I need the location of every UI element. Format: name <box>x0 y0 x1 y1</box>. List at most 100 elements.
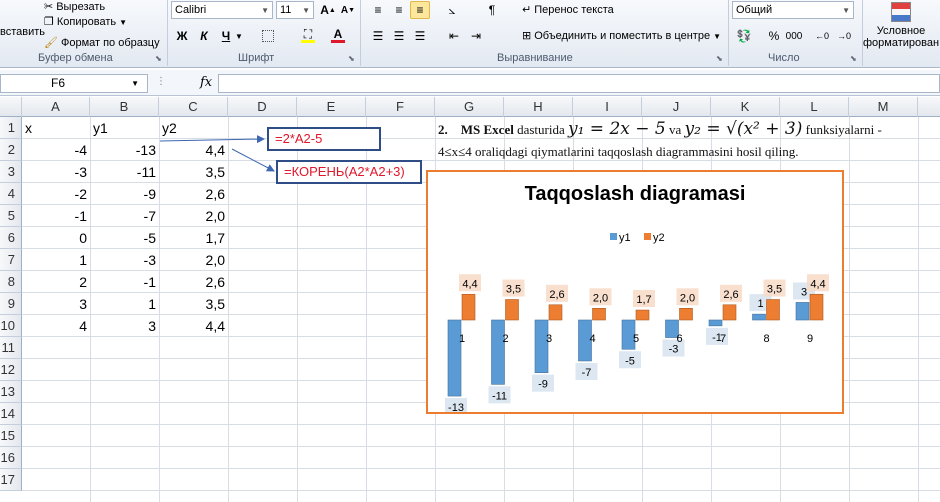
row-header-14[interactable]: 14 <box>0 403 22 425</box>
cell-c7[interactable]: 2,0 <box>159 249 228 271</box>
row-header-13[interactable]: 13 <box>0 381 22 403</box>
cell-b3[interactable]: -11 <box>90 161 159 183</box>
cell-a2[interactable]: -4 <box>22 139 90 161</box>
format-painter-button[interactable]: 🖌 Формат по образцу <box>44 36 160 50</box>
alignment-launcher-icon[interactable]: ⬊ <box>716 54 723 63</box>
copy-button[interactable]: ❐ Копировать ▼ <box>44 15 127 29</box>
column-header-l[interactable]: L <box>780 97 849 117</box>
text-direction-button[interactable]: ¶ <box>482 1 502 19</box>
column-header-f[interactable]: F <box>366 97 435 117</box>
align-right-button[interactable]: ☰ <box>410 27 430 45</box>
grow-font-button[interactable]: A ▲ <box>318 1 338 19</box>
merge-center-button[interactable]: ⊞ Объединить и поместить в центре ▼ <box>522 29 721 43</box>
cell-c5[interactable]: 2,0 <box>159 205 228 227</box>
name-box[interactable]: F6 ▼ <box>0 74 148 93</box>
paste-button[interactable]: вставить <box>0 26 45 38</box>
fill-color-button[interactable]: ⛶ <box>298 26 318 44</box>
column-header-i[interactable]: I <box>573 97 642 117</box>
cell-c6[interactable]: 1,7 <box>159 227 228 249</box>
cell-c3[interactable]: 3,5 <box>159 161 228 183</box>
cell-c8[interactable]: 2,6 <box>159 271 228 293</box>
cell-b7[interactable]: -3 <box>90 249 159 271</box>
number-launcher-icon[interactable]: ⬊ <box>850 54 857 63</box>
row-header-5[interactable]: 5 <box>0 205 22 227</box>
italic-button[interactable]: К <box>194 27 214 45</box>
align-top-button[interactable]: ≡ <box>368 1 388 19</box>
cell-b10[interactable]: 3 <box>90 315 159 337</box>
cell-a9[interactable]: 3 <box>22 293 90 315</box>
cell-c4[interactable]: 2,6 <box>159 183 228 205</box>
chart-area[interactable]: Taqqoslash diagramasi y1 y2 -13 4,4 1 -11 3,5… <box>426 170 844 416</box>
cell-c10[interactable]: 4,4 <box>159 315 228 337</box>
number-format-combo[interactable]: Общий ▼ <box>732 1 854 19</box>
underline-dropdown-icon[interactable]: ▼ <box>234 27 244 45</box>
cell-c1[interactable]: y2 <box>159 117 228 139</box>
row-header-9[interactable]: 9 <box>0 293 22 315</box>
underline-button[interactable]: Ч <box>216 27 236 45</box>
row-header-3[interactable]: 3 <box>0 161 22 183</box>
row-header-10[interactable]: 10 <box>0 315 22 337</box>
select-all-corner[interactable] <box>0 97 22 117</box>
row-header-11[interactable]: 11 <box>0 337 22 359</box>
align-middle-button[interactable]: ≡ <box>389 1 409 19</box>
clipboard-launcher-icon[interactable]: ⬊ <box>155 54 162 63</box>
column-header-c[interactable]: C <box>159 97 228 117</box>
cell-a5[interactable]: -1 <box>22 205 90 227</box>
row-header-12[interactable]: 12 <box>0 359 22 381</box>
cell-b8[interactable]: -1 <box>90 271 159 293</box>
row-header-16[interactable]: 16 <box>0 447 22 469</box>
column-header-b[interactable]: B <box>90 97 159 117</box>
decrease-indent-button[interactable]: ⇤ <box>444 27 464 45</box>
row-header-8[interactable]: 8 <box>0 271 22 293</box>
column-header-a[interactable]: A <box>22 97 90 117</box>
wrap-text-button[interactable]: ↵ Перенос текста <box>522 3 614 17</box>
align-left-button[interactable]: ☰ <box>368 27 388 45</box>
cell-a6[interactable]: 0 <box>22 227 90 249</box>
currency-button[interactable]: 💱 <box>734 27 754 45</box>
column-header-k[interactable]: K <box>711 97 780 117</box>
font-size-combo[interactable]: 11 ▼ <box>276 1 314 19</box>
percent-button[interactable]: % <box>764 27 784 45</box>
font-color-button[interactable]: A <box>328 26 348 44</box>
cell-a3[interactable]: -3 <box>22 161 90 183</box>
row-header-7[interactable]: 7 <box>0 249 22 271</box>
column-header-h[interactable]: H <box>504 97 573 117</box>
row-header-1[interactable]: 1 <box>0 117 22 139</box>
column-header-j[interactable]: J <box>642 97 711 117</box>
column-header-g[interactable]: G <box>435 97 504 117</box>
cell-b1[interactable]: y1 <box>90 117 159 139</box>
cell-b9[interactable]: 1 <box>90 293 159 315</box>
cell-b2[interactable]: -13 <box>90 139 159 161</box>
row-header-4[interactable]: 4 <box>0 183 22 205</box>
column-header-e[interactable]: E <box>297 97 366 117</box>
decrease-decimal-button[interactable]: →0 <box>834 27 854 45</box>
cell-c9[interactable]: 3,5 <box>159 293 228 315</box>
cell-b6[interactable]: -5 <box>90 227 159 249</box>
formula-input[interactable] <box>218 74 940 93</box>
align-bottom-button[interactable]: ≡ <box>410 1 430 19</box>
conditional-formatting-button[interactable]: Условное форматирован <box>862 0 940 49</box>
row-header-17[interactable]: 17 <box>0 469 22 491</box>
row-header-6[interactable]: 6 <box>0 227 22 249</box>
cell-a10[interactable]: 4 <box>22 315 90 337</box>
cut-button[interactable]: ✂ Вырезать <box>44 0 105 14</box>
row-header-15[interactable]: 15 <box>0 425 22 447</box>
shrink-font-button[interactable]: A ▼ <box>338 1 358 19</box>
cell-a8[interactable]: 2 <box>22 271 90 293</box>
thousands-button[interactable]: 000 <box>784 27 804 45</box>
cell-c2[interactable]: 4,4 <box>159 139 228 161</box>
orientation-button[interactable]: ⦣ <box>442 1 462 19</box>
cell-a1[interactable]: x <box>22 117 90 139</box>
bold-button[interactable]: Ж <box>172 27 192 45</box>
cell-b4[interactable]: -9 <box>90 183 159 205</box>
column-header-m[interactable]: M <box>849 97 918 117</box>
font-name-combo[interactable]: Calibri ▼ <box>171 1 273 19</box>
font-launcher-icon[interactable]: ⬊ <box>348 54 355 63</box>
column-header-d[interactable]: D <box>228 97 297 117</box>
fx-icon[interactable]: fx <box>200 75 212 90</box>
increase-decimal-button[interactable]: ←0 <box>812 27 832 45</box>
row-header-2[interactable]: 2 <box>0 139 22 161</box>
increase-indent-button[interactable]: ⇥ <box>466 27 486 45</box>
align-center-button[interactable]: ☰ <box>389 27 409 45</box>
borders-button[interactable] <box>258 27 278 45</box>
